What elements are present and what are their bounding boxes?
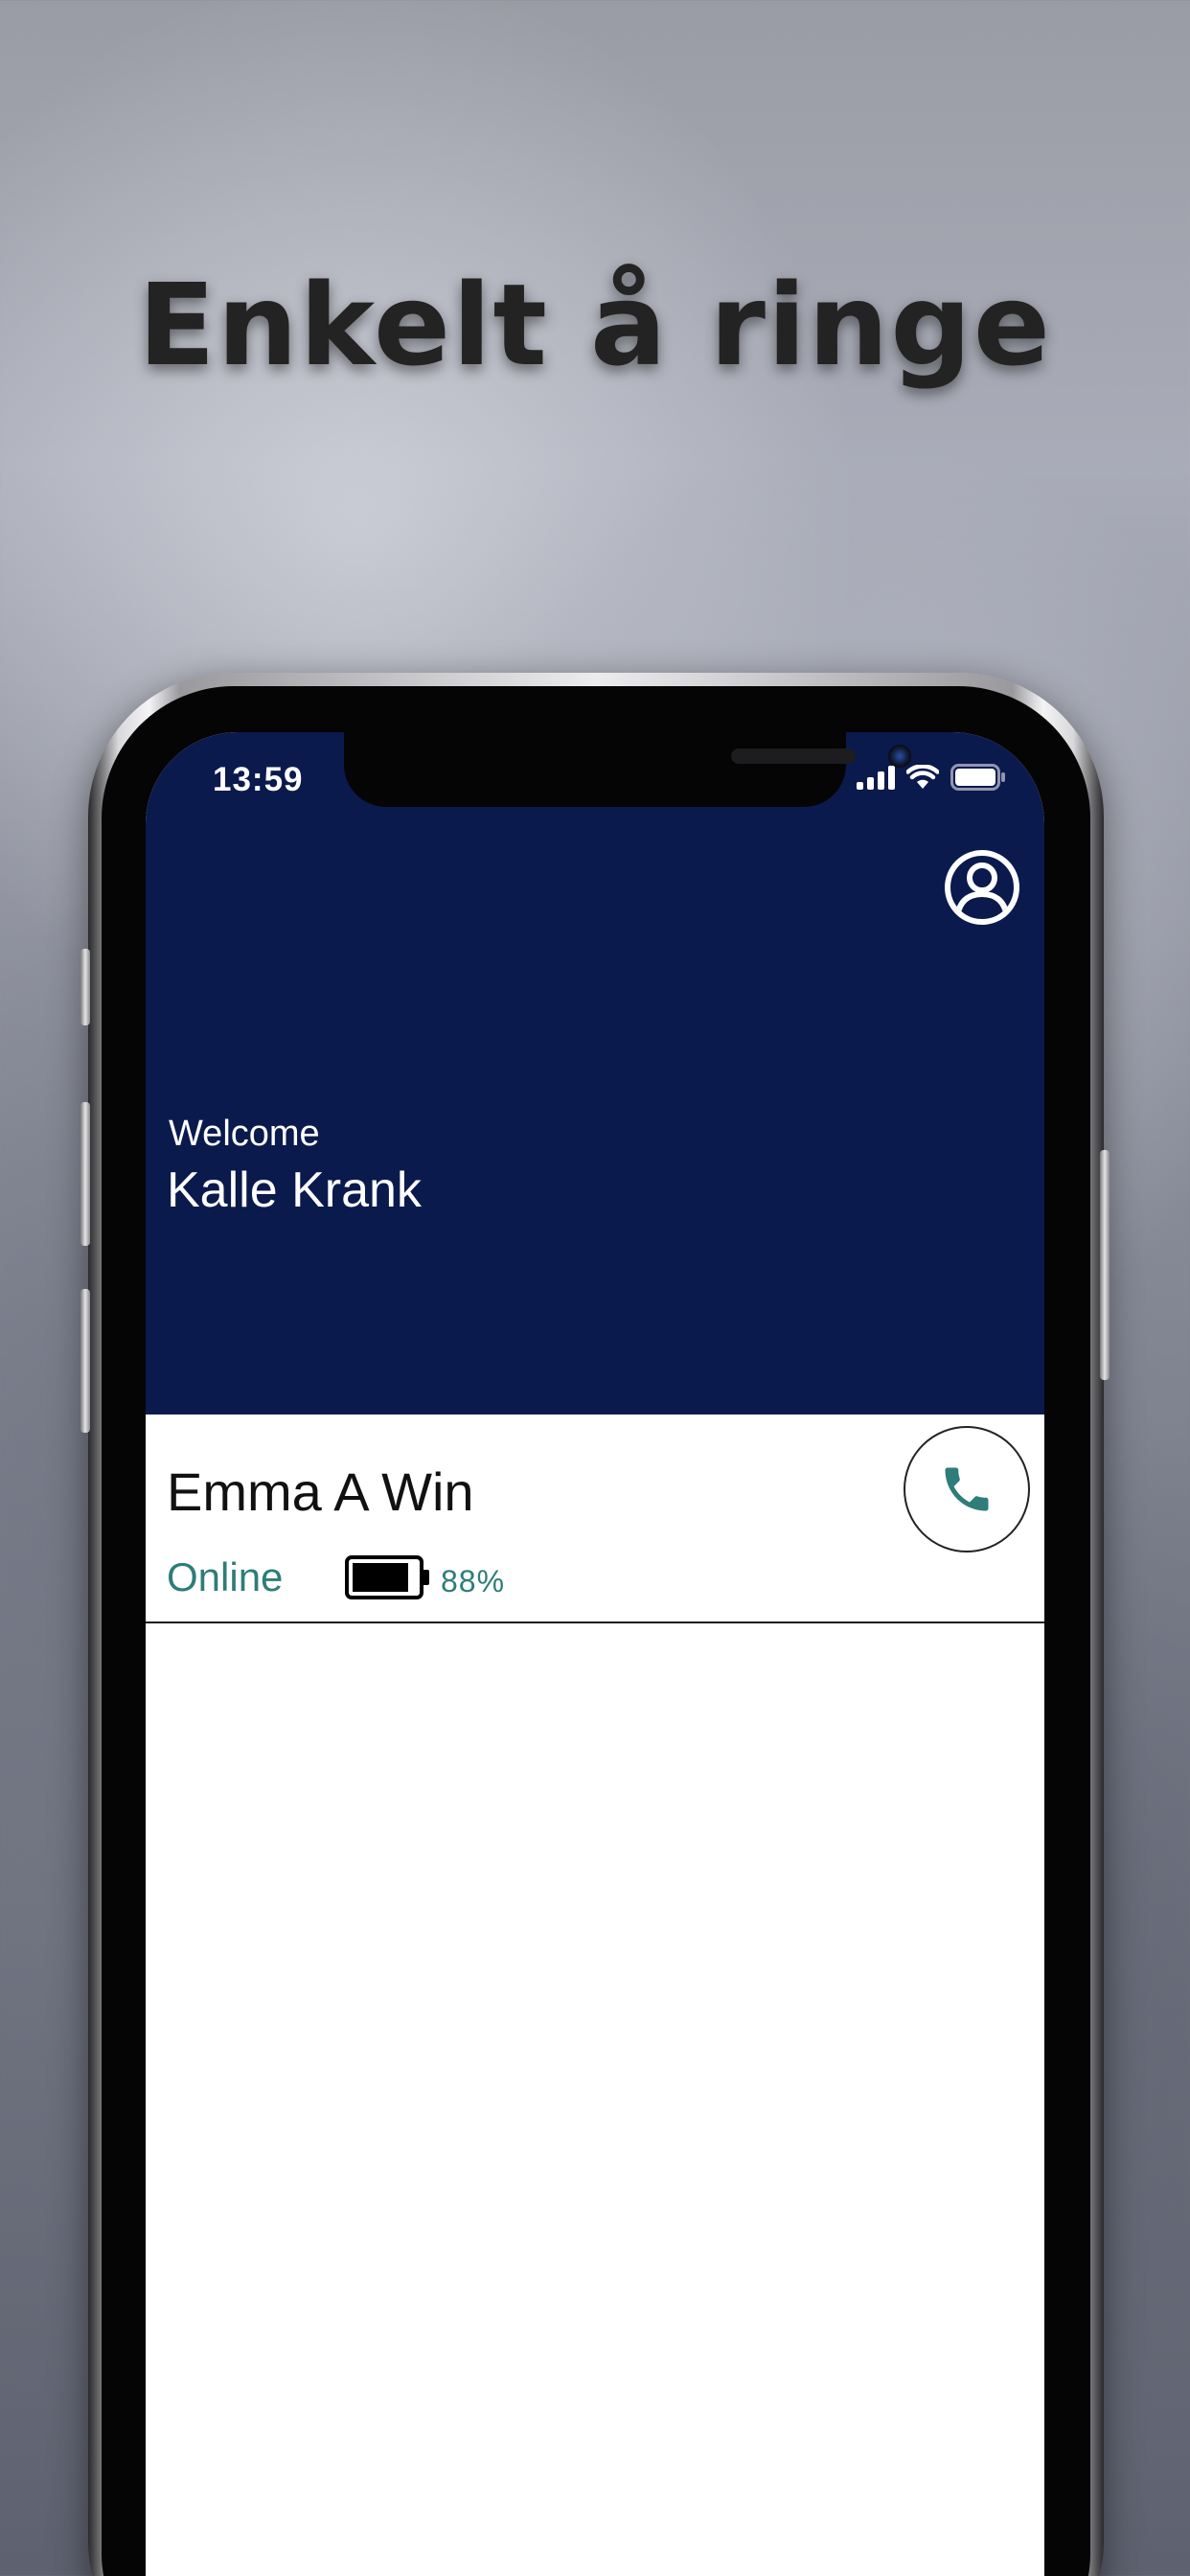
phone-screen: 13:59 Welcome Kalle Krank Emma A Win Onl… — [146, 732, 1044, 2576]
volume-down-button — [80, 1289, 90, 1433]
volume-up-button — [80, 1102, 90, 1246]
earpiece-speaker — [731, 748, 856, 764]
contact-row[interactable]: Emma A Win Online 88% — [146, 1414, 1044, 1623]
status-icons — [857, 761, 1006, 794]
wifi-icon — [906, 765, 939, 789]
contact-list-empty-area — [146, 1623, 1044, 2576]
device-battery-icon — [345, 1555, 429, 1599]
mute-switch — [80, 949, 90, 1025]
phone-icon — [945, 1467, 989, 1511]
profile-button[interactable] — [944, 849, 1020, 926]
contact-name: Emma A Win — [167, 1461, 474, 1522]
status-time: 13:59 — [213, 761, 304, 798]
app-header: 13:59 Welcome Kalle Krank — [146, 732, 1044, 1414]
front-camera — [888, 745, 911, 768]
phone-notch — [344, 732, 911, 807]
marketing-headline: Enkelt å ringe — [138, 259, 1052, 391]
battery-icon — [950, 764, 1005, 791]
cellular-signal-icon — [857, 765, 895, 790]
power-button — [1100, 1150, 1110, 1380]
user-name: Kalle Krank — [167, 1162, 422, 1218]
contact-online-status: Online — [167, 1554, 284, 1599]
account-circle-icon — [945, 850, 1019, 925]
welcome-label: Welcome — [169, 1114, 320, 1154]
call-button[interactable] — [904, 1426, 1030, 1552]
battery-percent: 88% — [441, 1564, 506, 1598]
